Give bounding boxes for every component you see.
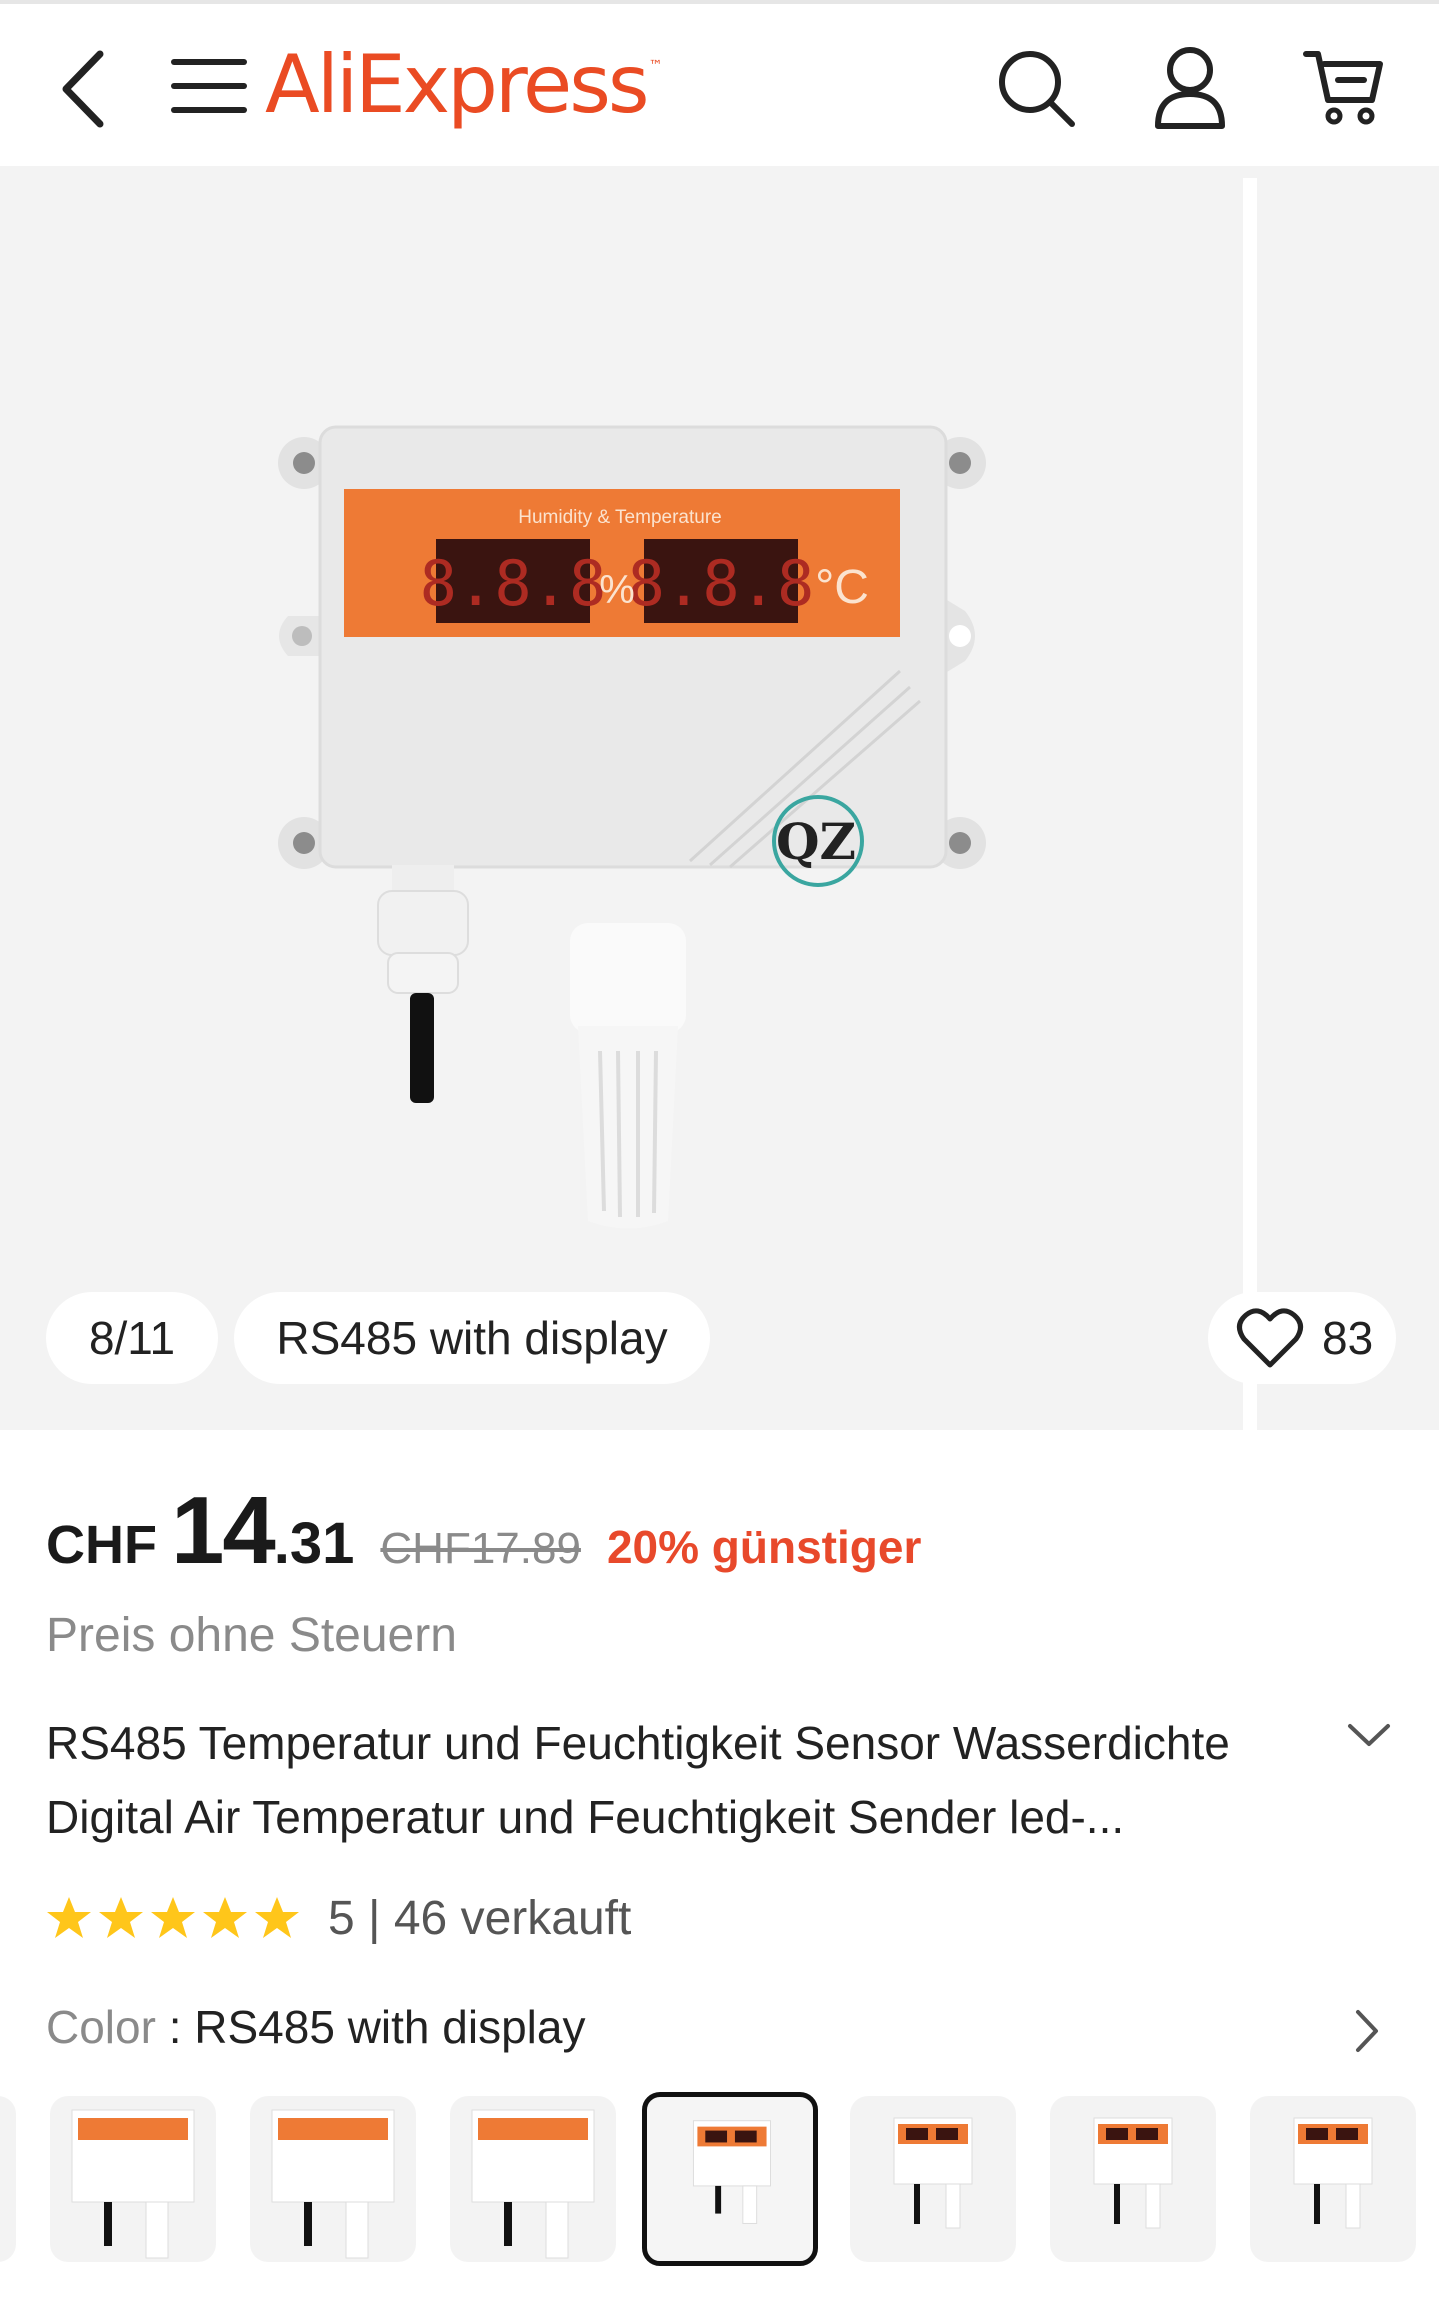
gallery-divider	[1243, 178, 1257, 1430]
variant-thumbnail-selected[interactable]	[642, 2092, 818, 2266]
heart-icon	[1237, 1308, 1303, 1368]
account-icon[interactable]	[1150, 44, 1230, 132]
variant-thumbnails	[0, 2092, 1439, 2272]
favorites-count: 83	[1322, 1312, 1374, 1364]
price-row: CHF 14 .31 CHF17.89 20% günstiger	[46, 1476, 921, 1586]
color-selector[interactable]: Color : RS485 with display	[46, 2000, 585, 2054]
variant-thumbnail[interactable]	[0, 2096, 16, 2262]
variant-label-badge: RS485 with display	[234, 1292, 710, 1384]
variant-thumbnail[interactable]	[1250, 2096, 1416, 2262]
variant-thumbnail[interactable]	[50, 2096, 216, 2262]
top-bar: AliExpress ™	[0, 0, 1439, 166]
brand-mark: QZ	[776, 812, 856, 871]
star-icon	[255, 1897, 299, 1938]
product-title[interactable]: RS485 Temperatur und Feuchtigkeit Sensor…	[46, 1706, 1296, 1854]
variant-thumbnail[interactable]	[250, 2096, 416, 2262]
color-value: RS485 with display	[194, 2001, 586, 2053]
chevron-right-icon[interactable]	[1352, 2008, 1382, 2054]
star-icon	[99, 1897, 143, 1938]
rating-summary: 5 | 46 verkauft	[328, 1891, 632, 1945]
image-position-badge: 8/11	[46, 1292, 218, 1384]
variant-thumbnail[interactable]	[450, 2096, 616, 2262]
sensor-probe	[570, 923, 686, 1229]
display-percent: %	[599, 568, 635, 612]
price-cents: .31	[273, 1511, 355, 1576]
star-icon	[203, 1897, 247, 1938]
variant-thumbnail[interactable]	[850, 2096, 1016, 2262]
menu-icon[interactable]	[170, 46, 248, 128]
price-whole: 14	[170, 1477, 276, 1584]
color-label: Color	[46, 2001, 156, 2053]
star-icon	[47, 1897, 91, 1938]
wishlist-button[interactable]: 83	[1208, 1292, 1396, 1384]
star-rating	[46, 1895, 300, 1941]
display-header: Humidity & Temperature	[518, 507, 721, 528]
product-image-gallery[interactable]: Humidity & Temperature 8.8.8 8.8.8 % °C	[0, 166, 1439, 1430]
cable-gland	[377, 865, 469, 1103]
display-humidity-digits: 8.8.8	[420, 547, 607, 620]
product-image[interactable]: Humidity & Temperature 8.8.8 8.8.8 % °C	[260, 371, 1020, 1281]
star-icon	[151, 1897, 195, 1938]
price-currency: CHF	[46, 1515, 157, 1575]
cart-icon[interactable]	[1302, 44, 1386, 130]
back-icon[interactable]	[50, 44, 120, 134]
discount-label: 20% günstiger	[606, 1521, 922, 1573]
display-temperature-digits: 8.8.8	[628, 547, 815, 620]
search-icon[interactable]	[994, 46, 1078, 130]
aliexpress-logo[interactable]: AliExpress ™	[265, 38, 663, 131]
display-celsius: °C	[815, 561, 869, 614]
rating-row[interactable]: 5 | 46 verkauft	[46, 1886, 631, 1950]
tax-note: Preis ohne Steuern	[46, 1609, 457, 1662]
color-separator: :	[155, 2001, 195, 2053]
chevron-down-icon[interactable]	[1346, 1720, 1392, 1750]
variant-thumbnail[interactable]	[1050, 2096, 1216, 2262]
original-price: CHF17.89	[380, 1524, 581, 1573]
